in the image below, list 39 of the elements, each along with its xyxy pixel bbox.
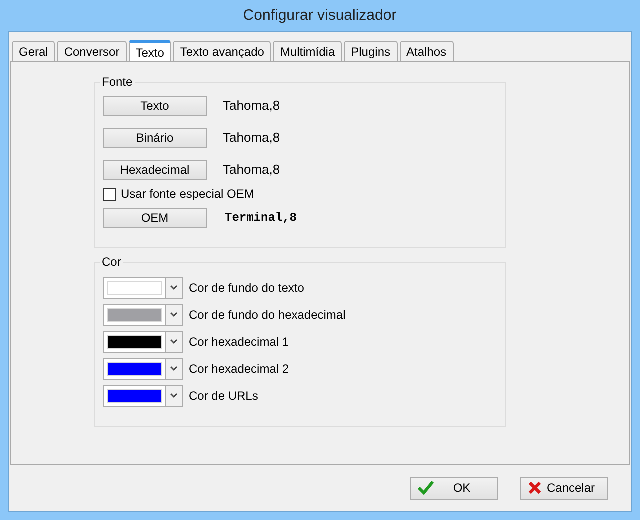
font-button[interactable]: Texto (103, 96, 207, 116)
chevron-down-icon (170, 366, 178, 372)
font-value: Tahoma,8 (223, 98, 280, 113)
group-title: Cor (100, 255, 124, 269)
tab[interactable]: Conversor (57, 41, 127, 61)
color-dropdown[interactable] (103, 331, 183, 353)
font-button[interactable]: Binário (103, 128, 207, 148)
color-label: Cor hexadecimal 2 (189, 362, 290, 376)
tab[interactable]: Atalhos (400, 41, 454, 61)
font-button[interactable]: OEM (103, 208, 207, 228)
close-icon (528, 481, 542, 495)
chevron-down-icon (170, 285, 178, 291)
ok-button[interactable]: OK (410, 476, 498, 500)
color-dropdown[interactable] (103, 358, 183, 380)
window-title: Configurar visualizador (243, 7, 397, 24)
chevron-down-icon (170, 393, 178, 399)
tab[interactable]: Plugins (344, 41, 398, 61)
cancel-button[interactable]: Cancelar (520, 476, 608, 500)
chevron-down-icon (170, 312, 178, 318)
font-value: Tahoma,8 (223, 162, 280, 177)
group-title: Fonte (100, 75, 135, 89)
tab[interactable]: Texto avançado (173, 41, 272, 61)
checkbox-label: Usar fonte especial OEM (121, 187, 254, 201)
tab[interactable]: Texto (128, 40, 172, 62)
checkmark-icon (418, 481, 434, 495)
color-label: Cor de URLs (189, 389, 258, 403)
color-dropdown[interactable] (103, 277, 183, 299)
checkbox[interactable] (103, 188, 116, 200)
chevron-down-icon (170, 339, 178, 345)
font-value: Terminal,8 (225, 210, 298, 224)
color-label: Cor hexadecimal 1 (189, 335, 290, 349)
color-label: Cor de fundo do texto (189, 281, 304, 295)
color-dropdown[interactable] (103, 385, 183, 407)
tab[interactable]: Multimídia (273, 41, 342, 61)
color-label: Cor de fundo do hexadecimal (189, 308, 346, 322)
color-dropdown[interactable] (103, 304, 183, 326)
tab[interactable]: Geral (12, 41, 56, 61)
font-button[interactable]: Hexadecimal (103, 160, 207, 180)
font-value: Tahoma,8 (223, 130, 280, 145)
